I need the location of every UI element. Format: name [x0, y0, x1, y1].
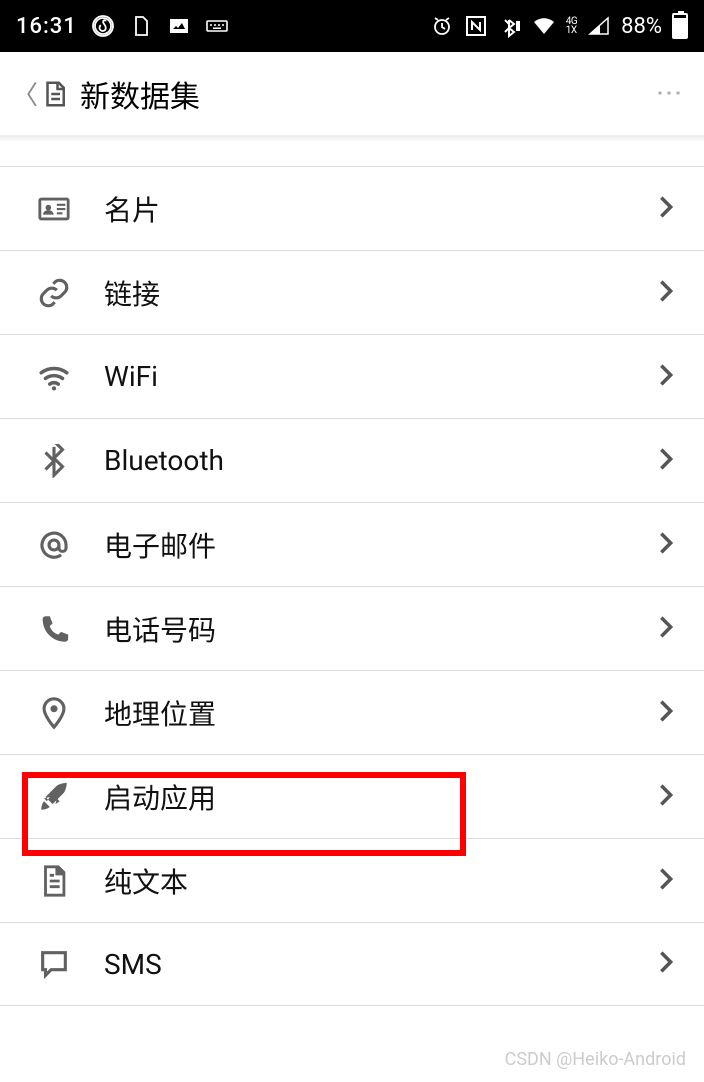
- overflow-menu[interactable]: ⋮: [654, 80, 692, 108]
- status-time: 16:31: [16, 14, 77, 39]
- list-label: 电子邮件: [104, 525, 652, 565]
- network-type: 4G1X: [566, 17, 577, 35]
- rocket-icon: [36, 779, 72, 815]
- phone-icon: [36, 611, 72, 647]
- list-label: 启动应用: [104, 777, 652, 817]
- chevron-right-icon: [652, 361, 680, 393]
- app-bar: 〈 新数据集 ⋮: [0, 52, 704, 136]
- list-label: 名片: [104, 189, 652, 229]
- list-item-card[interactable]: 名片: [0, 166, 704, 250]
- list-item-link[interactable]: 链接: [0, 250, 704, 334]
- chevron-right-icon: [652, 948, 680, 980]
- battery-percent: 88%: [621, 14, 662, 39]
- wifi-status-icon: [532, 14, 556, 38]
- chevron-right-icon: [652, 193, 680, 225]
- document-header-icon: [40, 79, 70, 109]
- keyboard-icon: [205, 14, 229, 38]
- bluetooth-icon: [36, 443, 72, 479]
- chevron-right-icon: [652, 445, 680, 477]
- list-label: WiFi: [104, 360, 652, 393]
- list-item-wifi[interactable]: WiFi: [0, 334, 704, 418]
- signal-icon: [587, 14, 611, 38]
- list-item-text[interactable]: 纯文本: [0, 838, 704, 922]
- image-icon: [167, 14, 191, 38]
- netease-icon: [91, 14, 115, 38]
- location-icon: [36, 695, 72, 731]
- list-item-location[interactable]: 地理位置: [0, 670, 704, 754]
- nfc-icon: [464, 14, 488, 38]
- sim-icon: [129, 14, 153, 38]
- list-label: 地理位置: [104, 693, 652, 733]
- chevron-right-icon: [652, 529, 680, 561]
- card-icon: [36, 191, 72, 227]
- page-title: 新数据集: [80, 72, 654, 116]
- link-icon: [36, 275, 72, 311]
- list-label: 链接: [104, 273, 652, 313]
- dataset-list: 名片 链接 WiFi Bluetooth 电子邮件 电话号码 地理位置 启动应用: [0, 142, 704, 1006]
- watermark: CSDN @Heiko-Android: [505, 1049, 686, 1070]
- status-right: 4G1X 88%: [430, 13, 688, 39]
- chevron-right-icon: [652, 697, 680, 729]
- chat-icon: [36, 946, 72, 982]
- wifi-icon: [36, 359, 72, 395]
- bluetooth-status-icon: [498, 14, 522, 38]
- list-label: SMS: [104, 948, 652, 981]
- list-label: 电话号码: [104, 609, 652, 649]
- chevron-right-icon: [652, 865, 680, 897]
- alarm-icon: [430, 14, 454, 38]
- list-item-bluetooth[interactable]: Bluetooth: [0, 418, 704, 502]
- status-left: 16:31: [16, 14, 229, 39]
- chevron-right-icon: [652, 613, 680, 645]
- list-item-sms[interactable]: SMS: [0, 922, 704, 1006]
- document-icon: [36, 863, 72, 899]
- back-button[interactable]: 〈: [12, 75, 38, 112]
- list-item-email[interactable]: 电子邮件: [0, 502, 704, 586]
- chevron-right-icon: [652, 781, 680, 813]
- list-label: 纯文本: [104, 861, 652, 901]
- list-item-phone[interactable]: 电话号码: [0, 586, 704, 670]
- chevron-right-icon: [652, 277, 680, 309]
- at-icon: [36, 527, 72, 563]
- status-bar: 16:31 4G1X 88%: [0, 0, 704, 52]
- battery-icon: [672, 13, 688, 39]
- list-item-launch-app[interactable]: 启动应用: [0, 754, 704, 838]
- list-label: Bluetooth: [104, 444, 652, 477]
